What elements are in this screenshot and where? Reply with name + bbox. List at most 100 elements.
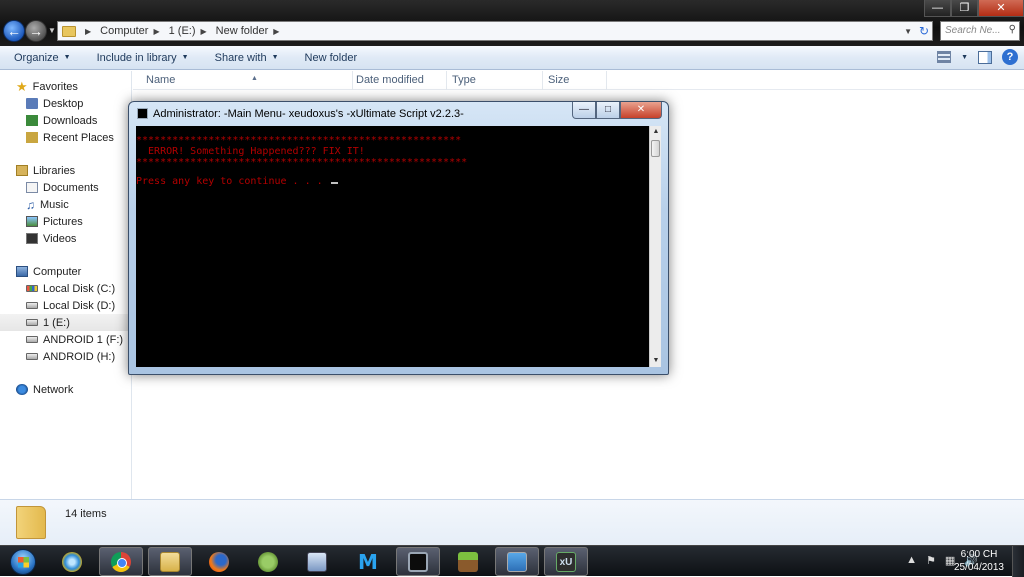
address-dropdown-icon[interactable]: ▼ [904,27,912,36]
chevron-right-icon: ▶ [85,26,92,36]
internet-explorer-icon [62,551,82,572]
taskbar-button[interactable] [246,547,290,576]
music-note-icon: ♫ [26,197,35,212]
column-header-date-modified[interactable]: Date modified [351,71,447,90]
recent-pages-dropdown[interactable]: ▼ [48,26,56,35]
computer-icon [16,266,28,277]
downloads-icon [26,115,38,126]
taskbar-button[interactable] [99,547,143,576]
share-with-menu[interactable]: Share with ▼ [201,52,291,64]
taskbar-button[interactable]: xU [544,547,588,576]
console-output[interactable]: ****************************************… [136,126,652,367]
breadcrumb-folder[interactable]: New folder ▶ [216,25,289,37]
nav-music[interactable]: ♫ Music [26,196,69,213]
nav-recent-places[interactable]: Recent Places [26,129,114,146]
nav-drive-e[interactable]: 1 (E:) [0,314,130,331]
chrome-icon [111,551,131,572]
include-in-library-menu[interactable]: Include in library ▼ [83,52,201,64]
console-minimize-button[interactable]: — [572,102,596,119]
close-button[interactable]: ✕ [978,0,1024,17]
documents-icon [26,182,38,193]
taskbar-button[interactable] [148,547,192,576]
start-button[interactable] [4,546,42,577]
new-folder-button[interactable]: New folder [291,52,370,64]
console-close-button[interactable]: ✕ [620,102,662,119]
taskbar-button[interactable] [295,547,339,576]
nav-label: Music [40,198,69,211]
nav-network[interactable]: Network [16,381,73,398]
clock[interactable]: 6:00 CH 25/04/2013 [954,548,1004,574]
windows-orb-icon [10,548,36,575]
taskbar-button[interactable] [197,547,241,576]
scroll-up-icon[interactable]: ▲ [650,126,662,138]
nav-label: ANDROID (H:) [43,350,116,363]
clock-date: 25/04/2013 [953,562,1004,573]
text-cursor [330,182,338,184]
nav-documents[interactable]: Documents [26,179,99,196]
nav-computer[interactable]: Computer [16,263,81,280]
breadcrumb-label: Computer [100,25,149,37]
column-headers: Name ▲ Date modified Type Size [133,71,1024,90]
nav-label: Favorites [32,80,78,93]
nav-android-f[interactable]: ANDROID 1 (F:) [26,331,123,348]
nav-android-h[interactable]: ANDROID (H:) [26,348,115,365]
show-desktop-button[interactable] [1012,546,1024,577]
nav-desktop[interactable]: Desktop [26,95,83,112]
nav-local-disk-d[interactable]: Local Disk (D:) [26,297,115,314]
xu-console-icon: xU [556,551,576,572]
taskbar-button[interactable] [50,547,94,576]
nav-favorites[interactable]: ★ Favorites [16,78,78,95]
organize-menu[interactable]: Organize ▼ [0,52,83,64]
back-button[interactable]: ← [3,20,25,42]
terminal-icon [408,551,428,572]
chevron-down-icon: ▼ [63,54,71,61]
nav-local-disk-c[interactable]: Local Disk (C:) [26,280,115,297]
chevron-right-icon: ▶ [153,26,160,36]
nav-pictures[interactable]: Pictures [26,213,83,230]
address-bar[interactable]: ▶ Computer ▶ 1 (E:) ▶ New folder ▶ ▼ ↻ [57,21,933,41]
breadcrumb-computer[interactable]: Computer ▶ [100,25,168,37]
minimize-button[interactable]: — [924,0,951,17]
restore-button[interactable]: ❐ [951,0,978,17]
nav-videos[interactable]: Videos [26,230,76,247]
nav-label: Local Disk (C:) [43,282,116,295]
column-label: Type [452,74,476,86]
videos-icon [26,233,38,244]
taskbar-button[interactable] [396,547,440,576]
forward-button[interactable]: → [25,20,47,42]
help-icon[interactable]: ? [1002,49,1018,65]
console-caption-buttons: — □ ✕ [572,102,662,119]
breadcrumb-drive[interactable]: 1 (E:) ▶ [169,25,216,37]
refresh-icon[interactable]: ↻ [919,24,929,38]
column-header-name[interactable]: Name ▲ [141,71,353,90]
console-window[interactable]: Administrator: -Main Menu- xeudoxus's -x… [128,101,669,375]
change-view-icon[interactable] [937,51,952,63]
taskbar-button[interactable] [495,547,539,576]
preview-pane-icon[interactable] [978,50,992,64]
scroll-down-icon[interactable]: ▼ [650,355,662,367]
column-label: Size [548,74,570,86]
star-icon: ★ [16,78,28,94]
taskbar-button[interactable]: M [346,547,390,576]
breadcrumb-root[interactable]: ▶ [80,27,100,36]
nav-libraries[interactable]: Libraries [16,162,75,179]
action-center-flag-icon[interactable]: ⚑ [926,554,936,567]
search-input[interactable]: Search Ne... ⚲ [940,21,1020,41]
search-icon[interactable]: ⚲ [1009,24,1016,35]
taskbar-button[interactable] [446,547,490,576]
view-dropdown-icon[interactable]: ▼ [961,54,968,61]
scroll-thumb[interactable] [651,140,660,157]
column-header-type[interactable]: Type [447,71,543,90]
minecraft-icon [458,551,478,572]
m-app-icon: M [358,549,378,574]
show-hidden-icons-icon[interactable]: ▲ [906,554,917,567]
console-rule-bottom: ****************************************… [136,157,468,168]
console-maximize-button[interactable]: □ [596,102,620,119]
breadcrumb-label: New folder [215,25,269,37]
console-app-icon[interactable] [137,108,148,119]
column-header-size[interactable]: Size [543,71,607,90]
nav-label: ANDROID 1 (F:) [43,333,124,346]
console-scrollbar[interactable]: ▲ ▼ [649,126,661,367]
nav-downloads[interactable]: Downloads [26,112,97,129]
android-icon [258,551,278,572]
